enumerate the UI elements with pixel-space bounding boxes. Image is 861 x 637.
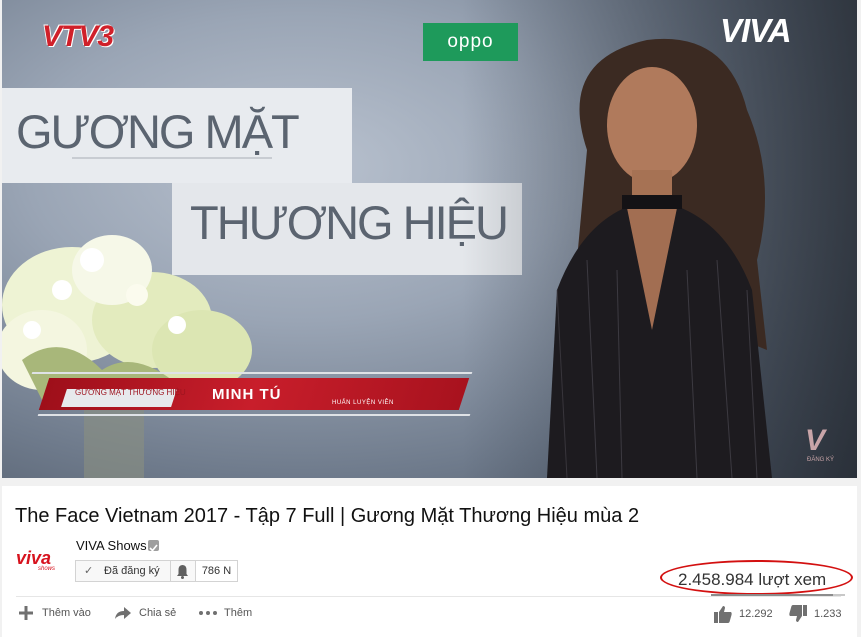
channel-avatar[interactable]: viva shows	[16, 548, 64, 578]
subscriber-count: 786 N	[196, 560, 238, 582]
subscribe-watermark[interactable]: V	[805, 424, 825, 458]
flower-vase-image	[2, 235, 252, 478]
dislike-count: 1.233	[814, 608, 842, 620]
more-button[interactable]: Thêm	[224, 607, 252, 619]
bell-icon	[177, 565, 188, 579]
viva-logo: VIVA	[720, 12, 792, 49]
highlight-circle	[660, 560, 853, 595]
lower-third-name: MINH TÚ	[212, 386, 282, 403]
vtv3-logo: VTV3	[42, 20, 114, 53]
share-arrow-icon[interactable]	[114, 604, 132, 622]
lower-third-rule	[31, 372, 473, 374]
channel-avatar-sub: shows	[38, 566, 56, 572]
lower-third-rule	[37, 414, 471, 416]
oppo-logo: oppo	[423, 23, 518, 61]
divider	[16, 596, 841, 597]
more-dots-icon[interactable]	[198, 604, 218, 622]
like-count: 12.292	[739, 608, 773, 620]
plus-icon[interactable]	[17, 604, 35, 622]
share-button[interactable]: Chia sẻ	[139, 607, 176, 619]
verified-icon	[148, 540, 159, 552]
video-player[interactable]: GƯƠNG MẶT THƯƠNG HIỆU VTV3 oppo VIVA GƯƠ…	[2, 0, 857, 478]
notification-bell-button[interactable]	[171, 560, 196, 582]
subscribed-button[interactable]: ✓ Đã đăng ký	[75, 560, 171, 582]
subscribed-label: Đã đăng ký	[104, 565, 160, 577]
channel-name[interactable]: VIVA Shows	[76, 538, 147, 553]
backdrop-text: GƯƠNG MẶT	[16, 105, 300, 158]
add-to-button[interactable]: Thêm vào	[42, 607, 91, 619]
lower-third-tag: GƯƠNG MẶT THƯƠNG HIỆU	[75, 388, 186, 397]
backdrop-text: THƯƠNG HIỆU	[190, 196, 509, 249]
channel-avatar-text: viva	[16, 548, 52, 568]
check-icon: ✓	[84, 565, 94, 577]
presenter-image	[547, 38, 772, 478]
lower-third-role: HUẤN LUYỆN VIÊN	[332, 400, 394, 406]
thumbs-up-icon[interactable]	[713, 604, 733, 624]
dislike-ratio-bar	[833, 594, 845, 596]
subscribe-watermark-label: ĐĂNG KÝ	[807, 457, 835, 463]
like-ratio-bar	[711, 594, 833, 596]
video-title: The Face Vietnam 2017 - Tập 7 Full | Gươ…	[15, 505, 640, 527]
page: GƯƠNG MẶT THƯƠNG HIỆU VTV3 oppo VIVA GƯƠ…	[0, 0, 861, 637]
thumbs-down-icon[interactable]	[788, 604, 808, 624]
